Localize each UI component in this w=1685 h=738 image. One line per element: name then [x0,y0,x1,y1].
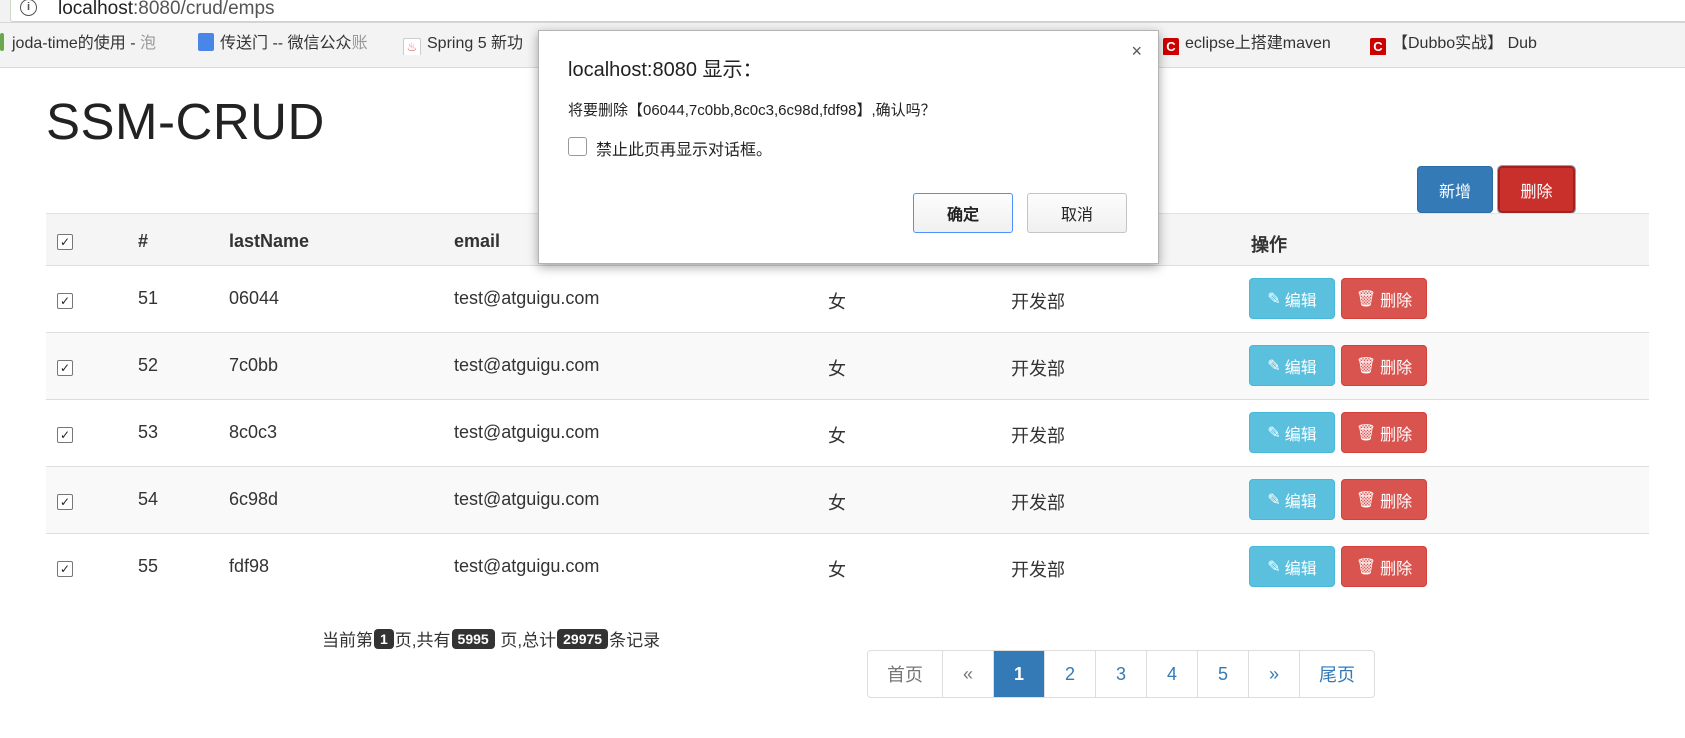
confirm-dialog: localhost:8080 显示： × 将要删除【06044,7c0bb,8c… [538,30,1159,264]
add-employee-button[interactable]: 新增 [1417,166,1493,213]
cell-department: 开发部 [1011,359,1065,379]
delete-selected-button[interactable]: 删除 [1497,165,1576,214]
header-last-name: lastName [229,231,310,251]
cancel-button[interactable]: 取消 [1027,193,1127,233]
row-checkbox[interactable]: ✓ [57,427,73,443]
cell-gender: 女 [828,292,846,312]
employee-table: ✓ # lastName email 操作 ✓ 51 06044 test@at… [46,213,1649,600]
cell-id: 51 [138,288,159,308]
header-operations: 操作 [1251,235,1287,255]
cell-department: 开发部 [1011,292,1065,312]
table-row: ✓ 55 fdf98 test@atguigu.com 女 开发部 ✎ 编辑 🗑 删… [46,533,1649,600]
bookmark-joda-time[interactable]: joda-time的使用 - 泡 [0,33,176,55]
table-row: ✓ 52 7c0bb test@atguigu.com 女 开发部 ✎ 编辑 🗑 删… [46,332,1649,399]
row-checkbox[interactable]: ✓ [57,293,73,309]
suppress-dialogs-label[interactable]: 禁止此页再显示对话框。 [596,136,772,160]
cell-email: test@atguigu.com [454,489,600,509]
cell-last-name: fdf98 [229,556,270,576]
trash-icon: 🗑 [1355,558,1377,576]
trash-icon: 🗑 [1355,491,1377,509]
address-bar[interactable]: i localhost:8080/crud/emps [0,0,1685,23]
page-title: SSM-CRUD [46,93,325,150]
pencil-icon: ✎ [1267,290,1281,308]
pencil-icon: ✎ [1267,491,1281,509]
edit-button[interactable]: ✎ 编辑 [1249,479,1335,520]
cell-gender: 女 [828,560,846,580]
pagination-page-2[interactable]: 2 [1044,651,1095,697]
pencil-icon: ✎ [1267,357,1281,375]
page-info: 当前第 1 页,共有 5995 页,总计 29975 条记录 [322,628,661,650]
cell-last-name: 6c98d [229,489,279,509]
cell-last-name: 7c0bb [229,355,279,375]
cell-email: test@atguigu.com [454,355,600,375]
table-row: ✓ 53 8c0c3 test@atguigu.com 女 开发部 ✎ 编辑 🗑 删… [46,399,1649,466]
total-pages-badge: 5995 [451,628,495,649]
row-checkbox[interactable]: ✓ [57,561,73,577]
cell-email: test@atguigu.com [454,288,600,308]
close-icon[interactable]: × [1131,41,1142,62]
cell-id: 52 [138,355,159,375]
table-row: ✓ 54 6c98d test@atguigu.com 女 开发部 ✎ 编辑 🗑 删… [46,466,1649,533]
table-row: ✓ 51 06044 test@atguigu.com 女 开发部 ✎ 编辑 🗑 删… [46,265,1649,332]
suppress-dialogs-checkbox[interactable] [568,137,587,156]
cell-id: 53 [138,422,159,442]
pagination-page-3[interactable]: 3 [1095,651,1146,697]
delete-button[interactable]: 🗑 删除 [1341,546,1427,587]
bookmark-favicon-icon [198,33,214,51]
row-checkbox[interactable]: ✓ [57,360,73,376]
csdn-icon: C [1163,38,1179,55]
edit-button[interactable]: ✎ 编辑 [1249,546,1335,587]
pencil-icon: ✎ [1267,558,1281,576]
dialog-message: 将要删除【06044,7c0bb,8c0c3,6c98d,fdf98】,确认吗？ [568,102,936,119]
current-page-badge: 1 [374,628,394,649]
cell-email: test@atguigu.com [454,556,600,576]
bookmark-favicon-icon [0,33,4,51]
pagination-page-1[interactable]: 1 [993,651,1044,697]
cell-last-name: 8c0c3 [229,422,278,442]
bookmark-portal[interactable]: 传送门 -- 微信公众账 [198,33,380,55]
bookmark-dubbo[interactable]: C 【Dubbo实战】 Dub [1370,33,1565,55]
ok-button[interactable]: 确定 [913,193,1013,233]
delete-button[interactable]: 🗑 删除 [1341,412,1427,453]
url-text[interactable]: localhost:8080/crud/emps [58,0,275,20]
cell-email: test@atguigu.com [454,422,600,442]
cell-gender: 女 [828,426,846,446]
header-email: email [454,231,501,251]
total-records-badge: 29975 [557,628,609,649]
cell-id: 54 [138,489,159,509]
edit-button[interactable]: ✎ 编辑 [1249,412,1335,453]
cell-gender: 女 [828,493,846,513]
cell-department: 开发部 [1011,560,1065,580]
cell-department: 开发部 [1011,426,1065,446]
bookmark-eclipse-maven[interactable]: Ceclipse上搭建maven [1163,33,1357,55]
edit-button[interactable]: ✎ 编辑 [1249,345,1335,386]
row-checkbox[interactable]: ✓ [57,494,73,510]
delete-button[interactable]: 🗑 删除 [1341,345,1427,386]
cell-gender: 女 [828,359,846,379]
trash-icon: 🗑 [1355,424,1377,442]
bookmark-spring5[interactable]: ♨ Spring 5 新功 [403,33,540,55]
pagination-next[interactable]: » [1248,651,1299,697]
delete-button[interactable]: 🗑 删除 [1341,278,1427,319]
dialog-title: localhost:8080 显示： [568,59,763,81]
pagination-page-4[interactable]: 4 [1146,651,1197,697]
pagination-first[interactable]: 首页 [868,651,942,697]
cell-department: 开发部 [1011,493,1065,513]
delete-button[interactable]: 🗑 删除 [1341,479,1427,520]
java-cup-icon: ♨ [403,38,421,55]
cell-id: 55 [138,556,159,576]
pagination-last[interactable]: 尾页 [1299,651,1374,697]
pagination-prev[interactable]: « [942,651,993,697]
pagination-page-5[interactable]: 5 [1197,651,1248,697]
trash-icon: 🗑 [1355,290,1377,308]
cell-last-name: 06044 [229,288,280,308]
pencil-icon: ✎ [1267,424,1281,442]
header-number: # [138,231,149,251]
trash-icon: 🗑 [1355,357,1377,375]
edit-button[interactable]: ✎ 编辑 [1249,278,1335,319]
csdn-icon: C [1370,38,1386,55]
pagination: 首页 « 1 2 3 4 5 » 尾页 [867,650,1375,698]
select-all-checkbox[interactable]: ✓ [57,234,73,250]
